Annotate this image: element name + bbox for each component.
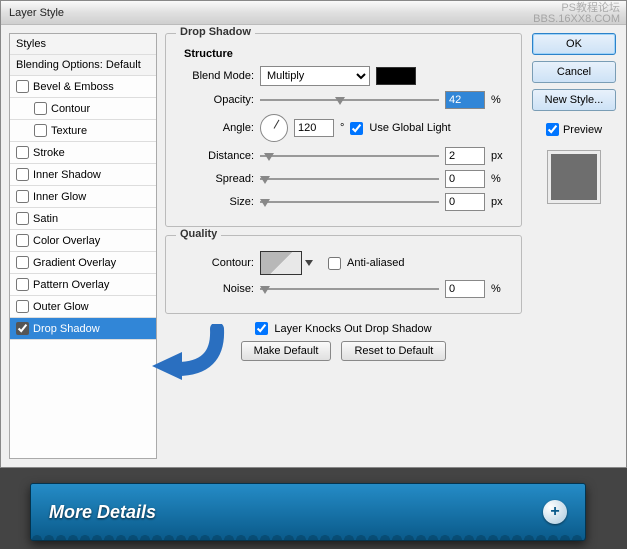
contour-picker[interactable] [260,251,302,275]
sidebar-item-color-overlay[interactable]: Color Overlay [10,230,156,252]
reset-default-button[interactable]: Reset to Default [341,341,446,361]
opacity-label: Opacity: [176,94,254,106]
anti-aliased-label: Anti-aliased [347,257,404,269]
preview-label: Preview [563,124,602,136]
sidebar-item-drop-shadow[interactable]: Drop Shadow [10,318,156,340]
checkbox[interactable] [16,234,29,247]
checkbox[interactable] [16,322,29,335]
spread-label: Spread: [176,173,254,185]
chevron-down-icon [305,260,313,266]
noise-input[interactable] [445,280,485,298]
plus-icon[interactable]: + [543,500,567,524]
checkbox[interactable] [16,168,29,181]
sidebar-item-outer-glow[interactable]: Outer Glow [10,296,156,318]
titlebar: Layer Style PS教程论坛 BBS.16XX8.COM [1,1,626,25]
watermark: PS教程论坛 BBS.16XX8.COM [533,3,620,25]
distance-slider[interactable] [260,149,439,163]
checkbox[interactable] [16,146,29,159]
use-global-light-checkbox[interactable] [350,122,363,135]
checkbox[interactable] [16,278,29,291]
angle-label: Angle: [176,122,254,134]
styles-sidebar: Styles Blending Options: Default Bevel &… [9,33,157,459]
opacity-input[interactable] [445,91,485,109]
size-slider[interactable] [260,195,439,209]
color-swatch[interactable] [376,67,416,85]
size-input[interactable] [445,193,485,211]
angle-dial[interactable] [260,114,288,142]
structure-title: Structure [184,48,511,60]
checkbox[interactable] [34,124,47,137]
size-unit: px [491,196,511,208]
sidebar-item-texture[interactable]: Texture [10,120,156,142]
cancel-button[interactable]: Cancel [532,61,616,83]
angle-input[interactable] [294,119,334,137]
angle-unit: ° [340,122,344,134]
sidebar-styles-header[interactable]: Styles [10,34,156,55]
distance-unit: px [491,150,511,162]
blend-mode-label: Blend Mode: [176,70,254,82]
noise-label: Noise: [176,283,254,295]
noise-unit: % [491,283,511,295]
quality-legend: Quality [176,228,221,240]
checkbox[interactable] [16,212,29,225]
sidebar-item-contour[interactable]: Contour [10,98,156,120]
checkbox[interactable] [16,300,29,313]
knockout-label: Layer Knocks Out Drop Shadow [274,323,431,335]
opacity-unit: % [491,94,511,106]
sidebar-item-satin[interactable]: Satin [10,208,156,230]
sidebar-item-inner-shadow[interactable]: Inner Shadow [10,164,156,186]
ok-button[interactable]: OK [532,33,616,55]
new-style-button[interactable]: New Style... [532,89,616,111]
drop-shadow-legend: Drop Shadow [176,26,255,38]
sidebar-item-gradient-overlay[interactable]: Gradient Overlay [10,252,156,274]
noise-slider[interactable] [260,282,439,296]
checkbox[interactable] [34,102,47,115]
sidebar-item-bevel-emboss[interactable]: Bevel & Emboss [10,76,156,98]
contour-label: Contour: [176,257,254,269]
checkbox[interactable] [16,190,29,203]
make-default-button[interactable]: Make Default [241,341,332,361]
spread-unit: % [491,173,511,185]
preview-swatch [547,150,601,204]
settings-panel: Drop Shadow Structure Blend Mode: Multip… [165,33,522,459]
scallop-decoration [31,530,585,540]
more-details-title: More Details [49,502,156,523]
distance-input[interactable] [445,147,485,165]
main-area: Styles Blending Options: Default Bevel &… [1,25,626,467]
window-title: Layer Style [9,7,64,19]
use-global-light-label: Use Global Light [369,122,450,134]
opacity-slider[interactable] [260,93,439,107]
checkbox[interactable] [16,80,29,93]
distance-label: Distance: [176,150,254,162]
sidebar-blending-header[interactable]: Blending Options: Default [10,55,156,76]
sidebar-item-stroke[interactable]: Stroke [10,142,156,164]
right-column: OK Cancel New Style... Preview [530,33,618,459]
preview-checkbox[interactable] [546,123,559,136]
size-label: Size: [176,196,254,208]
sidebar-item-inner-glow[interactable]: Inner Glow [10,186,156,208]
spread-slider[interactable] [260,172,439,186]
anti-aliased-checkbox[interactable] [328,257,341,270]
drop-shadow-fieldset: Drop Shadow Structure Blend Mode: Multip… [165,33,522,227]
layer-style-dialog: Layer Style PS教程论坛 BBS.16XX8.COM Styles … [0,0,627,468]
more-details-bar[interactable]: More Details + [30,483,586,541]
knockout-checkbox[interactable] [255,322,268,335]
sidebar-item-pattern-overlay[interactable]: Pattern Overlay [10,274,156,296]
quality-fieldset: Quality Contour: Anti-aliased Noise: % [165,235,522,314]
checkbox[interactable] [16,256,29,269]
spread-input[interactable] [445,170,485,188]
blend-mode-select[interactable]: Multiply [260,66,370,86]
